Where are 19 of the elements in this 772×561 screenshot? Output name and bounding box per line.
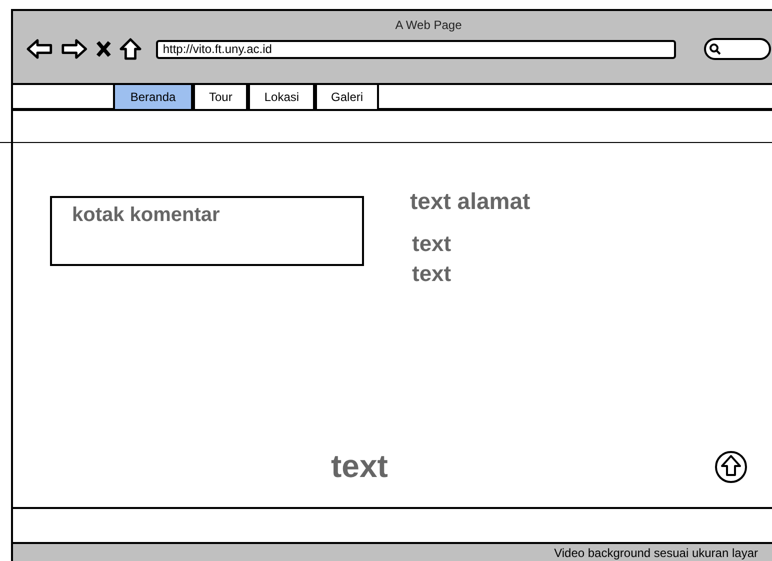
status-text: Video background sesuai ukuran layar	[554, 545, 758, 561]
close-icon[interactable]	[96, 40, 111, 58]
address-field[interactable]: http://vito.ft.uny.ac.id	[156, 40, 676, 58]
search-icon	[708, 43, 721, 55]
home-icon[interactable]	[118, 37, 142, 61]
comment-box[interactable]: kotak komentar	[50, 196, 364, 266]
search-field[interactable]	[704, 38, 772, 60]
footer-text: text	[331, 447, 388, 486]
forward-icon[interactable]	[60, 38, 88, 60]
address-text: text alamat	[410, 187, 530, 216]
nav-tab[interactable]: Tour	[193, 85, 248, 111]
info-text: text	[412, 230, 452, 258]
back-icon[interactable]	[26, 38, 53, 60]
window-title: A Web Page	[395, 17, 462, 34]
nav-tab[interactable]: Lokasi	[248, 85, 316, 111]
nav-tab[interactable]: Galeri	[315, 85, 380, 111]
info-text: text	[412, 260, 452, 288]
nav-tab[interactable]: Beranda	[113, 85, 193, 111]
scroll-up-icon[interactable]	[714, 450, 748, 484]
